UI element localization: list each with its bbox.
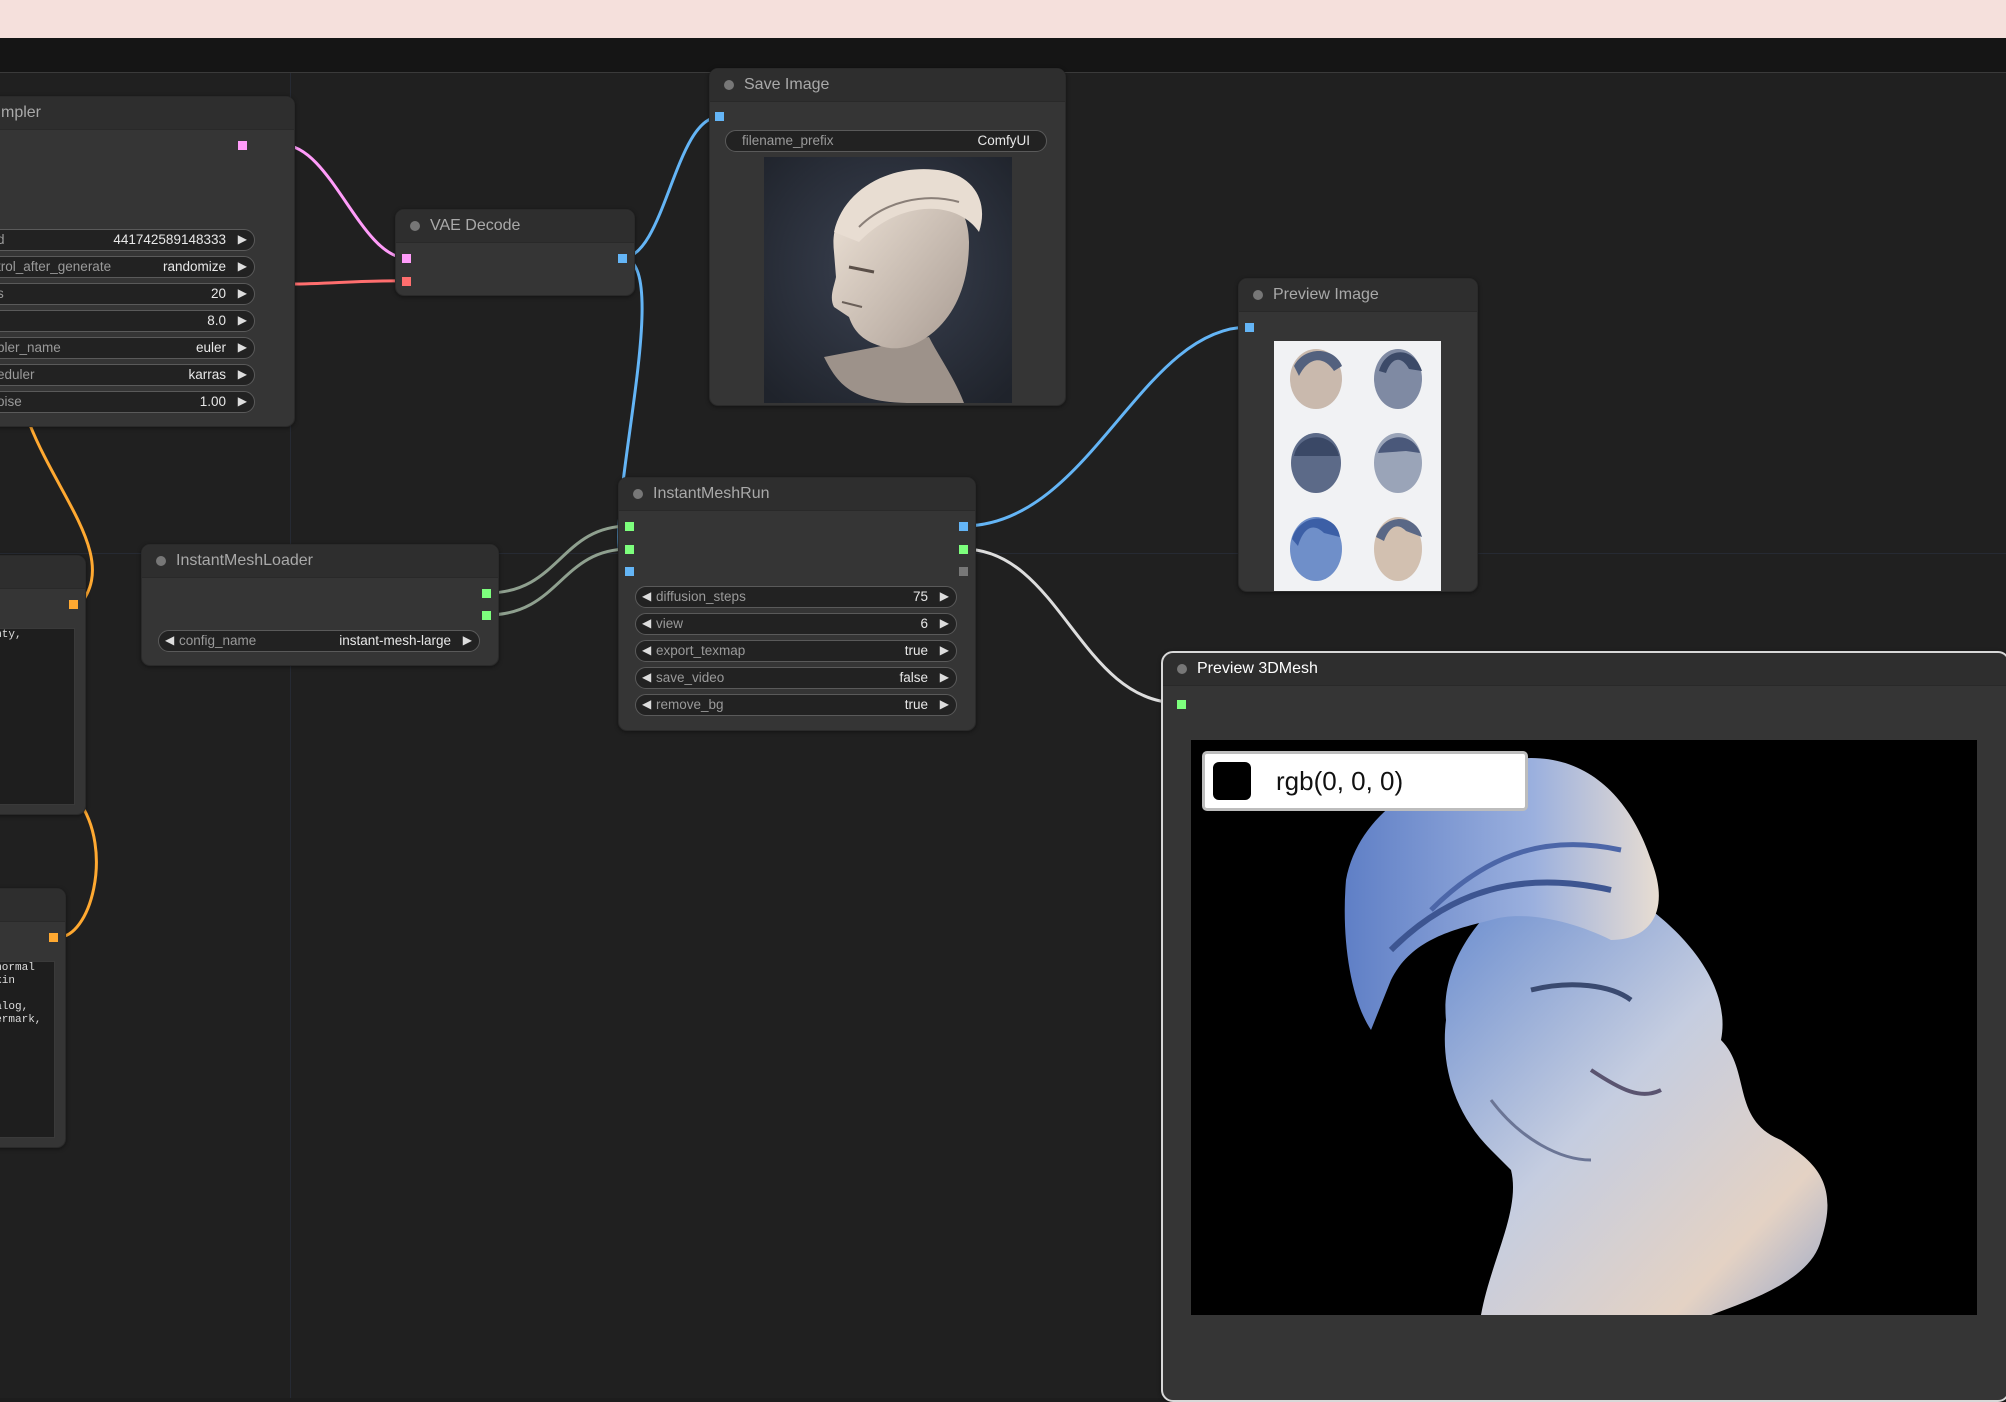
increment-arrow-icon[interactable]: ▶ xyxy=(238,394,247,408)
increment-arrow-icon[interactable]: ▶ xyxy=(940,643,949,657)
node-title-bar[interactable]: InstantMeshLoader xyxy=(142,545,498,578)
node-instantmesh-loader[interactable]: InstantMeshLoader ◀ config_name instant-me… xyxy=(141,544,499,666)
node-clip-text-encode-negative[interactable]: (normal skin analog, atermark, xyxy=(0,888,66,1148)
widget-save-video[interactable]: ◀ save_video false ▶ xyxy=(635,667,957,689)
node-title-bar[interactable] xyxy=(0,889,65,922)
input-images-slot[interactable] xyxy=(715,112,724,121)
decrement-arrow-icon[interactable]: ◀ xyxy=(642,643,651,657)
input-samples-slot[interactable] xyxy=(402,254,411,263)
collapse-dot-icon[interactable] xyxy=(410,221,420,231)
increment-arrow-icon[interactable]: ▶ xyxy=(238,259,247,273)
node-title-bar[interactable]: InstantMeshRun xyxy=(619,478,975,511)
node-title: VAE Decode xyxy=(430,217,521,234)
collapse-dot-icon[interactable] xyxy=(156,556,166,566)
widget-cfg[interactable]: 8.0 ▶ xyxy=(0,310,255,332)
collapse-dot-icon[interactable] xyxy=(724,80,734,90)
widget-denoise[interactable]: oise 1.00 ▶ xyxy=(0,391,255,413)
node-title: Preview 3DMesh xyxy=(1197,660,1318,677)
increment-arrow-icon[interactable]: ▶ xyxy=(238,232,247,246)
increment-arrow-icon[interactable]: ▶ xyxy=(940,616,949,630)
saved-image-preview xyxy=(764,157,1012,403)
collapse-dot-icon[interactable] xyxy=(633,489,643,499)
decrement-arrow-icon[interactable]: ◀ xyxy=(642,697,651,711)
input-model-slot[interactable] xyxy=(625,522,634,531)
decrement-arrow-icon[interactable]: ◀ xyxy=(642,616,651,630)
increment-arrow-icon[interactable]: ▶ xyxy=(940,589,949,603)
mesh-3d-viewport[interactable] xyxy=(1191,740,1977,1315)
increment-arrow-icon[interactable]: ▶ xyxy=(238,313,247,327)
node-title: InstantMeshLoader xyxy=(176,552,313,569)
node-title: mpler xyxy=(1,104,42,121)
output-images-slot[interactable] xyxy=(959,522,968,531)
increment-arrow-icon[interactable]: ▶ xyxy=(238,340,247,354)
increment-arrow-icon[interactable]: ▶ xyxy=(940,697,949,711)
input-images-slot[interactable] xyxy=(1245,323,1254,332)
node-ksampler[interactable]: mpler d 441742589148333 ▶ trol_after_gener… xyxy=(0,96,295,427)
collapse-dot-icon[interactable] xyxy=(1253,290,1263,300)
output-conditioning-slot[interactable] xyxy=(49,933,58,942)
node-title-bar[interactable]: mpler xyxy=(0,97,294,130)
node-title: Save Image xyxy=(744,76,830,93)
widget-steps[interactable]: s 20 ▶ xyxy=(0,283,255,305)
widget-seed[interactable]: d 441742589148333 ▶ xyxy=(0,229,255,251)
widget-diffusion-steps[interactable]: ◀ diffusion_steps 75 ▶ xyxy=(635,586,957,608)
widget-control-after-generate[interactable]: trol_after_generate randomize ▶ xyxy=(0,256,255,278)
output-image-slot[interactable] xyxy=(618,254,627,263)
increment-arrow-icon[interactable]: ▶ xyxy=(940,670,949,684)
node-instantmesh-run[interactable]: InstantMeshRun ◀ diffusion_steps 75 ▶ ◀ view… xyxy=(618,477,976,731)
collapse-dot-icon[interactable] xyxy=(1177,664,1187,674)
input-vae-slot[interactable] xyxy=(402,277,411,286)
color-value-text: rgb(0, 0, 0) xyxy=(1276,766,1404,796)
node-clip-text-encode-positive[interactable]: ainty, xyxy=(0,555,86,815)
decrement-arrow-icon[interactable]: ◀ xyxy=(642,589,651,603)
node-title-bar[interactable]: Preview 3DMesh xyxy=(1163,653,2006,686)
output-conditioning-slot[interactable] xyxy=(69,600,78,609)
input-config-slot[interactable] xyxy=(625,545,634,554)
input-mesh-slot[interactable] xyxy=(1177,700,1186,709)
output-latent-slot[interactable] xyxy=(238,141,247,150)
widget-remove-bg[interactable]: ◀ remove_bg true ▶ xyxy=(635,694,957,716)
color-swatch[interactable] xyxy=(1213,762,1251,800)
node-title-bar[interactable]: Preview Image xyxy=(1239,279,1477,312)
widget-config-name[interactable]: ◀ config_name instant-mesh-large ▶ xyxy=(158,630,480,652)
increment-arrow-icon[interactable]: ▶ xyxy=(238,367,247,381)
node-save-image[interactable]: Save Image filename_prefix ComfyUI xyxy=(709,68,1066,406)
background-color-picker[interactable]: rgb(0, 0, 0) xyxy=(1202,751,1528,811)
increment-arrow-icon[interactable]: ▶ xyxy=(463,633,472,647)
widget-export-texmap[interactable]: ◀ export_texmap true ▶ xyxy=(635,640,957,662)
output-mesh-slot[interactable] xyxy=(959,545,968,554)
input-images-slot[interactable] xyxy=(625,567,634,576)
output-config-slot[interactable] xyxy=(482,611,491,620)
output-video-slot[interactable] xyxy=(959,567,968,576)
prompt-textarea[interactable]: ainty, xyxy=(0,628,75,805)
widget-scheduler[interactable]: eduler karras ▶ xyxy=(0,364,255,386)
node-title-bar[interactable]: Save Image xyxy=(710,69,1065,102)
increment-arrow-icon[interactable]: ▶ xyxy=(238,286,247,300)
decrement-arrow-icon[interactable]: ◀ xyxy=(642,670,651,684)
prompt-textarea[interactable]: (normal skin analog, atermark, xyxy=(0,961,55,1138)
browser-top-band xyxy=(0,0,2006,38)
widget-view[interactable]: ◀ view 6 ▶ xyxy=(635,613,957,635)
node-title: InstantMeshRun xyxy=(653,485,770,502)
node-title-bar[interactable] xyxy=(0,556,85,589)
multiview-image-preview xyxy=(1274,341,1441,591)
node-title-bar[interactable]: VAE Decode xyxy=(396,210,634,243)
widget-sampler-name[interactable]: pler_name euler ▶ xyxy=(0,337,255,359)
decrement-arrow-icon[interactable]: ◀ xyxy=(165,633,174,647)
node-preview-image[interactable]: Preview Image xyxy=(1238,278,1478,592)
output-model-slot[interactable] xyxy=(482,589,491,598)
node-vae-decode[interactable]: VAE Decode xyxy=(395,209,635,296)
node-title: Preview Image xyxy=(1273,286,1379,303)
widget-filename-prefix[interactable]: filename_prefix ComfyUI xyxy=(725,130,1047,152)
